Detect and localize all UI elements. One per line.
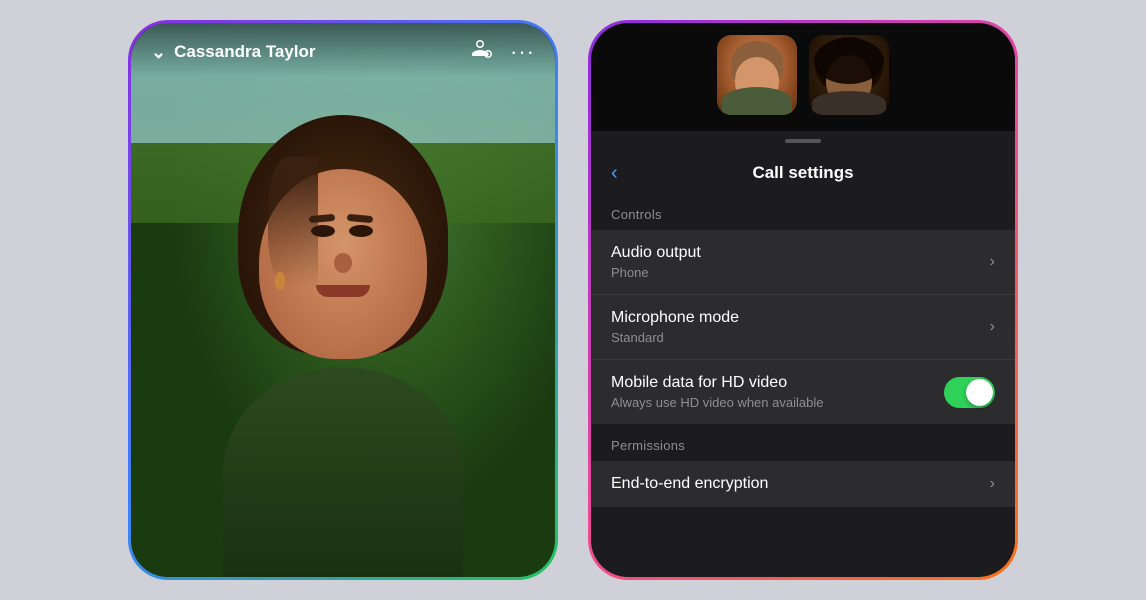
hd-video-left: Mobile data for HD video Always use HD v…	[611, 374, 823, 410]
back-button[interactable]: ‹	[611, 162, 618, 185]
audio-output-subtitle: Phone	[611, 265, 701, 280]
settings-panel: ‹ Call settings Controls Audio output Ph…	[591, 147, 1015, 577]
add-person-icon[interactable]	[472, 40, 494, 65]
encryption-title: End-to-end encryption	[611, 475, 768, 493]
permissions-section: Permissions End-to-end encryption ›	[591, 426, 1015, 507]
phone-right: ‹ Call settings Controls Audio output Ph…	[588, 20, 1018, 580]
person-face	[203, 97, 483, 577]
video-thumb-1[interactable]	[717, 35, 797, 115]
controls-section: Controls Audio output Phone ›	[591, 195, 1015, 424]
header-left: ⌄ Cassandra Taylor	[151, 42, 316, 63]
chevron-down-icon[interactable]: ⌄	[151, 42, 166, 63]
call-header: ⌄ Cassandra Taylor ···	[131, 23, 555, 77]
hd-video-title: Mobile data for HD video	[611, 374, 823, 392]
phone-left: ⌄ Cassandra Taylor ···	[128, 20, 558, 580]
encryption-chevron: ›	[990, 475, 995, 493]
more-options-icon[interactable]: ···	[510, 39, 535, 65]
settings-title-bar: ‹ Call settings	[591, 147, 1015, 195]
settings-title: Call settings	[611, 163, 995, 183]
app-container: ⌄ Cassandra Taylor ···	[23, 15, 1123, 585]
audio-output-left: Audio output Phone	[611, 244, 701, 280]
video-thumb-2[interactable]	[809, 35, 889, 115]
permissions-section-header: Permissions	[591, 426, 1015, 461]
drag-indicator	[785, 139, 821, 143]
audio-output-item[interactable]: Audio output Phone ›	[591, 230, 1015, 295]
hd-video-toggle[interactable]	[944, 377, 995, 408]
caller-name: Cassandra Taylor	[174, 42, 315, 62]
microphone-mode-subtitle: Standard	[611, 330, 739, 345]
hd-video-item: Mobile data for HD video Always use HD v…	[591, 360, 1015, 424]
microphone-mode-title: Microphone mode	[611, 309, 739, 327]
encryption-item[interactable]: End-to-end encryption ›	[591, 461, 1015, 507]
video-thumbnails	[591, 23, 1015, 131]
toggle-knob	[966, 379, 993, 406]
microphone-mode-left: Microphone mode Standard	[611, 309, 739, 345]
controls-section-header: Controls	[591, 195, 1015, 230]
microphone-mode-item[interactable]: Microphone mode Standard ›	[591, 295, 1015, 360]
encryption-left: End-to-end encryption	[611, 475, 768, 493]
audio-output-title: Audio output	[611, 244, 701, 262]
header-right: ···	[472, 39, 535, 65]
controls-list: Audio output Phone › Microphone mode Sta…	[591, 230, 1015, 424]
permissions-list: End-to-end encryption ›	[591, 461, 1015, 507]
audio-output-chevron: ›	[990, 253, 995, 271]
camera-background	[131, 23, 555, 577]
microphone-mode-chevron: ›	[990, 318, 995, 336]
hd-video-subtitle: Always use HD video when available	[611, 395, 823, 410]
